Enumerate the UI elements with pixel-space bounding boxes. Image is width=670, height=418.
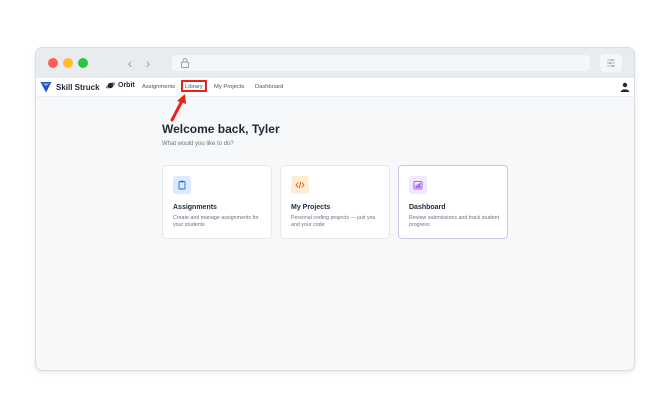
address-bar[interactable] bbox=[172, 55, 590, 71]
orbit-link[interactable]: Orbit bbox=[106, 81, 135, 90]
skill-struck-logo-icon bbox=[40, 82, 52, 93]
card-description: Create and manage assignments for your s… bbox=[173, 215, 259, 228]
bar-chart-icon bbox=[409, 176, 427, 194]
card-assignments[interactable]: Assignments Create and manage assignment… bbox=[162, 165, 272, 239]
browser-titlebar: ‹ › bbox=[36, 48, 634, 78]
card-title: Dashboard bbox=[409, 204, 446, 211]
orbit-name: Orbit bbox=[118, 82, 135, 89]
card-my-projects[interactable]: My Projects Personal coding projects — j… bbox=[280, 165, 390, 239]
main-content: Welcome back, Tyler What would you like … bbox=[36, 96, 634, 370]
code-icon bbox=[291, 176, 309, 194]
forward-arrow-icon[interactable]: › bbox=[140, 55, 156, 71]
card-title: My Projects bbox=[291, 204, 331, 211]
nav-link-assignments[interactable]: Assignments bbox=[142, 84, 175, 90]
nav-link-my-projects[interactable]: My Projects bbox=[214, 84, 244, 90]
sliders-icon bbox=[607, 59, 615, 67]
clipboard-icon bbox=[173, 176, 191, 194]
minimize-window-button[interactable] bbox=[63, 58, 73, 68]
nav-link-dashboard[interactable]: Dashboard bbox=[255, 84, 283, 90]
user-account-icon[interactable] bbox=[620, 82, 630, 92]
page-title: Welcome back, Tyler bbox=[162, 122, 280, 136]
app-navbar: Skill Struck Orbit Assignments Library M… bbox=[36, 78, 634, 97]
close-window-button[interactable] bbox=[48, 58, 58, 68]
browser-settings-button[interactable] bbox=[600, 54, 622, 72]
browser-window: ‹ › Skill Struck Orbit Assignments Libra… bbox=[36, 48, 634, 370]
lock-icon bbox=[181, 58, 189, 68]
back-arrow-icon[interactable]: ‹ bbox=[122, 55, 138, 71]
brand-logo-link[interactable]: Skill Struck bbox=[40, 81, 100, 93]
card-description: Personal coding projects — just you and … bbox=[291, 215, 376, 228]
library-highlight-box bbox=[181, 80, 207, 92]
card-description: Review submissions and track student pro… bbox=[409, 215, 500, 228]
page-subtitle: What would you like to do? bbox=[162, 141, 234, 147]
card-dashboard[interactable]: Dashboard Review submissions and track s… bbox=[398, 165, 508, 239]
orbit-icon bbox=[106, 82, 115, 89]
card-title: Assignments bbox=[173, 204, 217, 211]
maximize-window-button[interactable] bbox=[78, 58, 88, 68]
brand-name: Skill Struck bbox=[56, 82, 100, 92]
